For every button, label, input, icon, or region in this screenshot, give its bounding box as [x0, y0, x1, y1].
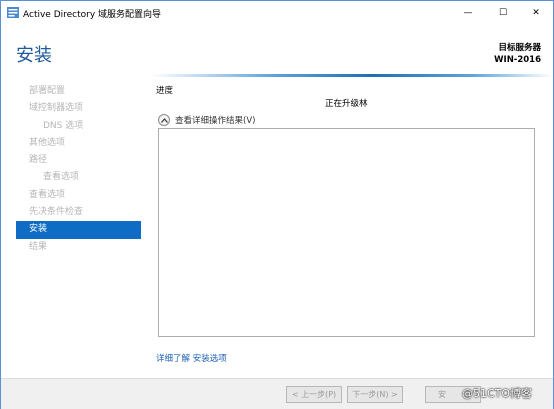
nav-item-review-sub: 查看选项	[43, 172, 80, 183]
view-details-toggle[interactable]: 查看详细操作结果(V)	[158, 114, 255, 126]
wizard-window: Active Directory 域服务配置向导 — ☐ ✕ 安装 目标服务器 …	[0, 0, 554, 409]
minimize-icon: —	[463, 8, 473, 18]
target-server-label: 目标服务器	[498, 43, 541, 53]
nav-item-deployment-config: 部署配置	[29, 86, 66, 96]
target-server-name: WIN-2016	[494, 55, 541, 65]
wizard-steps-nav: 部署配置 域控制器选项 DNS 选项 其他选项 路径 查看选项 查看选项 先决条…	[16, 83, 141, 256]
nav-item-dns-options: DNS 选项	[43, 120, 84, 131]
wizard-header: 安装 目标服务器 WIN-2016	[1, 25, 553, 75]
nav-item-additional-options: 其他选项	[29, 137, 66, 148]
close-button[interactable]: ✕	[521, 1, 551, 25]
next-button[interactable]: 下一步(N) >	[347, 386, 403, 403]
previous-button[interactable]: < 上一步(P)	[286, 386, 342, 403]
learn-more-link[interactable]: 详细了解 安装选项	[156, 352, 227, 364]
window-title: Active Directory 域服务配置向导	[23, 10, 162, 20]
nav-item-results: 结果	[29, 241, 48, 252]
nav-item-paths: 路径	[29, 155, 48, 166]
title-bar: Active Directory 域服务配置向导 — ☐ ✕	[1, 1, 553, 25]
nav-item-review-options: 查看选项	[29, 189, 66, 200]
view-details-label[interactable]: 查看详细操作结果(V)	[175, 114, 255, 126]
page-title: 安装	[16, 45, 52, 66]
close-icon: ✕	[532, 8, 540, 18]
nav-item-installation: 安装	[16, 221, 141, 239]
header-divider	[151, 74, 553, 77]
ad-wizard-icon	[7, 7, 19, 18]
operation-details-box[interactable]	[158, 128, 535, 337]
maximize-icon: ☐	[498, 8, 508, 18]
nav-item-dc-options: 域控制器选项	[29, 103, 84, 114]
watermark: @51CTO博客	[461, 387, 533, 400]
maximize-button[interactable]: ☐	[488, 1, 518, 25]
progress-heading: 进度	[156, 86, 174, 96]
chevron-up-icon[interactable]	[158, 114, 170, 126]
progress-status: 正在升级林	[325, 99, 368, 109]
minimize-button[interactable]: —	[453, 1, 483, 25]
nav-item-prerequisites: 先决条件检查	[29, 207, 84, 218]
target-server: 目标服务器 WIN-2016	[494, 42, 541, 66]
